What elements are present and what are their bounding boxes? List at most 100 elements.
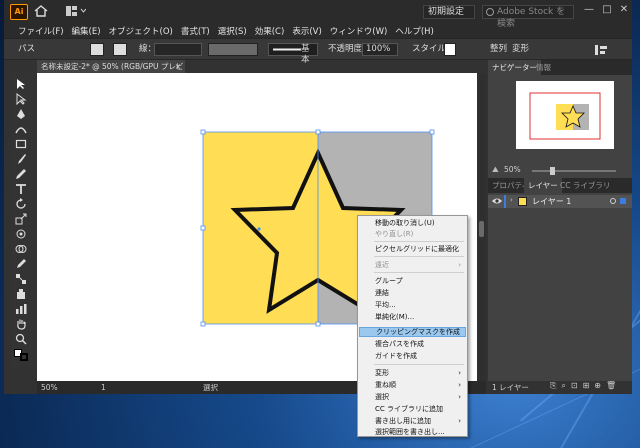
scroll-thumb[interactable]	[479, 221, 484, 237]
artboard-number[interactable]: 1	[101, 382, 106, 393]
maximize-button[interactable]: □	[600, 4, 614, 16]
menu-help[interactable]: ヘルプ(H)	[395, 25, 434, 37]
close-button[interactable]: ✕	[617, 4, 631, 16]
tab-cc-libraries[interactable]: CC ライブラリ	[556, 178, 614, 193]
blend-tool-icon[interactable]	[15, 273, 27, 285]
submenu-arrow-icon: ›	[458, 417, 461, 425]
eye-icon[interactable]	[492, 197, 502, 205]
menu-effect[interactable]: 効果(C)	[255, 25, 285, 37]
eyedropper-tool-icon[interactable]	[15, 258, 27, 270]
pen-tool-icon[interactable]	[15, 108, 27, 120]
menu-item-transform[interactable]: 変形 ›	[359, 368, 466, 378]
zoom-level[interactable]: 50%	[41, 382, 58, 393]
search-icon	[486, 8, 494, 16]
menu-item-redo: やり直し(R)	[375, 230, 414, 238]
tools-panel	[11, 72, 33, 368]
current-tool-status: 選択	[203, 383, 218, 392]
graphic-style-swatch[interactable]	[444, 43, 456, 56]
menu-item-undo-move[interactable]: 移動の取り消し(U)	[359, 218, 466, 228]
expand-arrow-icon[interactable]: ›	[510, 196, 513, 204]
selection-tool-icon[interactable]	[15, 78, 27, 90]
menu-edit[interactable]: 編集(E)	[72, 25, 101, 37]
menu-window[interactable]: ウィンドウ(W)	[330, 25, 388, 37]
menu-item-export-selection[interactable]: 選択範囲を書き出し...	[359, 427, 466, 437]
home-icon[interactable]	[34, 5, 48, 17]
center-point	[257, 227, 261, 231]
menu-item-average[interactable]: 平均...	[359, 300, 466, 310]
isolate-icon[interactable]	[594, 44, 608, 56]
right-panels: ナビゲーター 情報 ⛰ 50% プロパティ レイヤー CC ライブラリ › レイ…	[488, 60, 632, 394]
workspace-switcher[interactable]: 初期設定	[423, 5, 475, 19]
arrange-documents-icon[interactable]	[66, 6, 86, 16]
opacity-input[interactable]: 100%	[362, 43, 398, 56]
menu-select[interactable]: 選択(S)	[218, 25, 247, 37]
zoom-slider[interactable]	[532, 170, 616, 172]
stroke-profile-dropdown[interactable]: 基本	[268, 43, 318, 65]
rectangle-tool-icon[interactable]	[15, 138, 27, 150]
selection-handle[interactable]	[200, 321, 206, 327]
menu-type[interactable]: 書式(T)	[181, 25, 210, 37]
direct-selection-tool-icon[interactable]	[15, 93, 27, 105]
menu-item-make-guides[interactable]: ガイドを作成	[359, 351, 466, 361]
menu-item-join[interactable]: 連結	[359, 288, 466, 298]
selection-indicator[interactable]	[620, 198, 626, 204]
paintbrush-tool-icon[interactable]	[15, 153, 27, 165]
symbol-sprayer-tool-icon[interactable]	[15, 288, 27, 300]
selection-handle[interactable]	[200, 225, 206, 231]
stroke-swatch[interactable]	[113, 43, 127, 56]
selection-handle[interactable]	[200, 129, 206, 135]
zoom-slider-thumb[interactable]	[550, 167, 555, 175]
scale-tool-icon[interactable]	[15, 213, 27, 225]
zoom-out-icon[interactable]: ⛰	[492, 165, 499, 175]
fill-swatch[interactable]	[90, 43, 104, 56]
stroke-weight-input[interactable]	[154, 43, 202, 56]
document-tab[interactable]: 名称未設定-2* @ 50% (RGB/GPU プレビュー) ×	[37, 60, 185, 84]
hand-tool-icon[interactable]	[15, 318, 27, 330]
warp-tool-icon[interactable]	[15, 228, 27, 240]
transform-button[interactable]: 変形	[512, 43, 529, 56]
menu-item-make-compound-path[interactable]: 複合パスを作成	[359, 339, 466, 349]
layer-actions-icons[interactable]: ⎘⌕⊡⊞⊕🗑	[550, 381, 621, 391]
layer-count: 1 レイヤー	[492, 383, 529, 392]
navigator-zoom-value[interactable]: 50%	[504, 165, 521, 174]
type-tool-icon[interactable]	[15, 183, 27, 195]
menu-item-make-clipping-mask[interactable]: クリッピングマスクを作成	[359, 327, 466, 337]
menu-separator	[374, 364, 464, 365]
selection-handle[interactable]	[315, 129, 321, 135]
submenu-arrow-icon: ›	[458, 381, 461, 389]
navigator-thumbnail[interactable]	[516, 81, 614, 149]
selection-handle[interactable]	[429, 129, 435, 135]
tab-info[interactable]: 情報	[532, 60, 555, 75]
close-tab-icon[interactable]: ×	[175, 60, 181, 73]
stroke-color-icon[interactable]	[20, 353, 28, 361]
menu-item-add-to-cc-library[interactable]: CC ライブラリに追加	[359, 404, 466, 414]
menu-item-group[interactable]: グループ	[359, 276, 466, 286]
menu-view[interactable]: 表示(V)	[292, 25, 321, 37]
layer-name[interactable]: レイヤー 1	[532, 196, 571, 207]
layers-footer: 1 レイヤー ⎘⌕⊡⊞⊕🗑	[488, 381, 632, 394]
menu-item-perspective: 遠近 ›	[375, 261, 461, 269]
align-button[interactable]: 整列	[490, 43, 507, 56]
layer-row[interactable]: › レイヤー 1	[488, 195, 632, 208]
menu-object[interactable]: オブジェクト(O)	[109, 25, 173, 37]
vertical-scrollbar[interactable]	[477, 73, 486, 381]
zoom-tool-icon[interactable]	[15, 333, 27, 345]
variable-width-dropdown[interactable]	[208, 43, 258, 56]
menu-item-add-for-export[interactable]: 書き出し用に追加 ›	[359, 416, 466, 426]
rotate-tool-icon[interactable]	[15, 198, 27, 210]
menu-item-simplify[interactable]: 単純化(M)...	[359, 312, 466, 322]
shape-builder-tool-icon[interactable]	[15, 243, 27, 255]
menu-file[interactable]: ファイル(F)	[18, 25, 64, 37]
pencil-tool-icon[interactable]	[15, 168, 27, 180]
menu-item-pixel-grid[interactable]: ピクセルグリッドに最適化	[359, 244, 466, 254]
menu-item-select[interactable]: 選択 ›	[359, 392, 466, 402]
selection-type-label: パス	[18, 44, 36, 54]
graph-tool-icon[interactable]	[15, 303, 27, 315]
menu-item-arrange[interactable]: 重ね順 ›	[359, 380, 466, 390]
minimize-button[interactable]: —	[582, 4, 596, 16]
stock-search-input[interactable]: Adobe Stock を検索	[482, 5, 574, 29]
curvature-tool-icon[interactable]	[15, 123, 27, 135]
navigator-tabs: ナビゲーター 情報	[488, 60, 632, 75]
target-icon[interactable]	[610, 198, 616, 204]
selection-handle[interactable]	[315, 321, 321, 327]
